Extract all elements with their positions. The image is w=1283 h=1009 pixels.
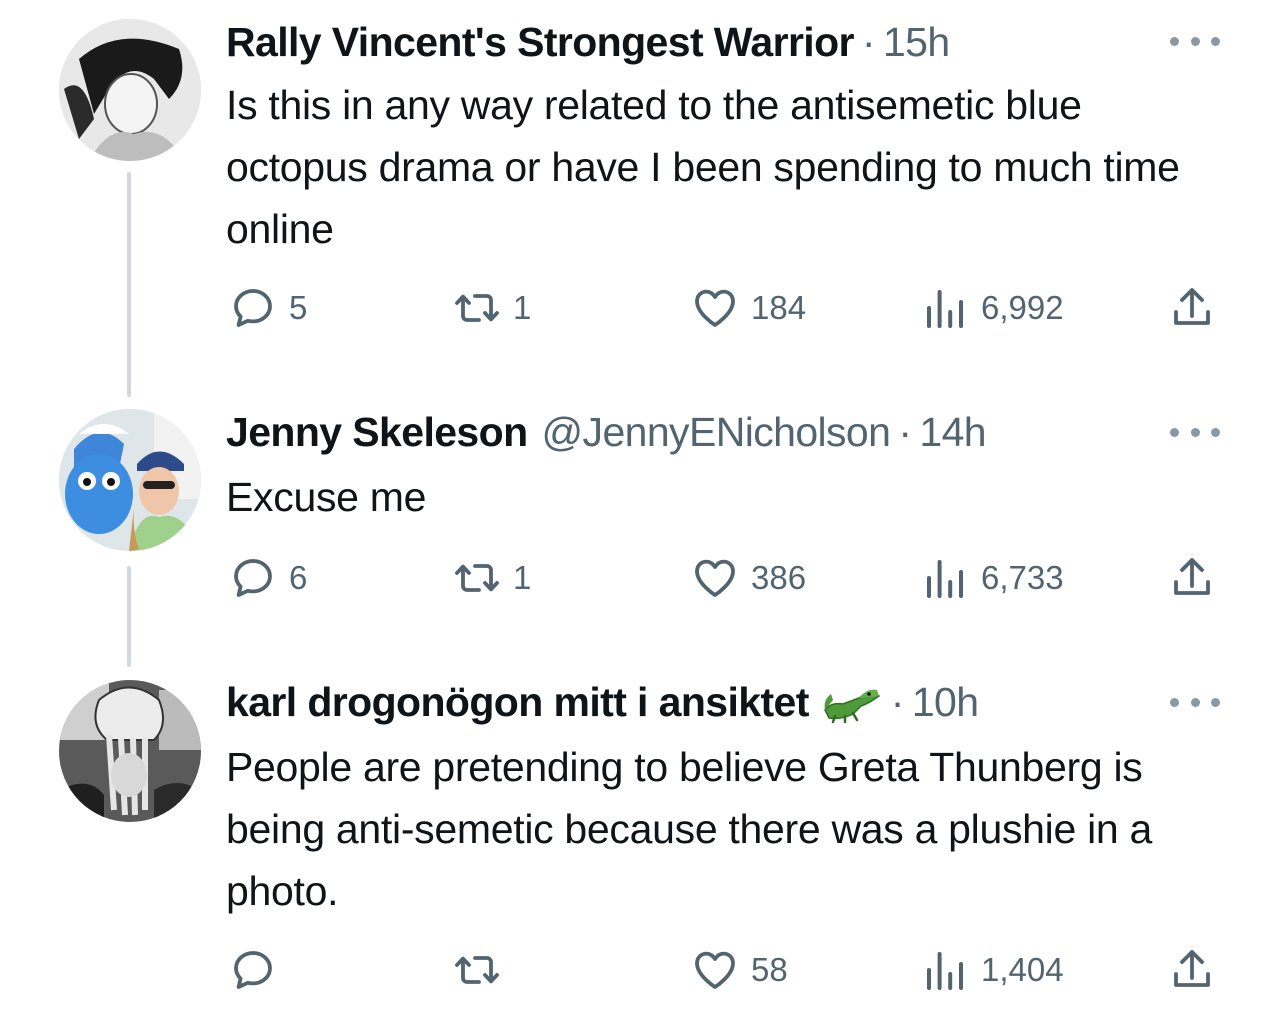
timestamp[interactable]: 10h xyxy=(912,679,979,726)
view-count: 1,404 xyxy=(981,951,1064,988)
heart-icon xyxy=(695,951,735,989)
reply-icon xyxy=(234,951,272,989)
more-icon[interactable] xyxy=(1170,692,1220,712)
tweet-text: People are pretending to believe Greta T… xyxy=(226,744,1152,914)
retweet-button[interactable] xyxy=(453,945,513,995)
action-bar: 58 1,404 xyxy=(0,945,1283,995)
reply-button[interactable] xyxy=(229,945,289,995)
like-button[interactable]: 58 xyxy=(691,945,788,995)
retweet-icon xyxy=(455,956,499,984)
share-icon xyxy=(1174,950,1210,987)
views-button[interactable]: 1,404 xyxy=(921,945,1064,995)
share-button[interactable] xyxy=(1168,945,1216,995)
like-count: 58 xyxy=(751,951,788,988)
tweet-header: karl drogonögon mitt i ansiktet · 10h xyxy=(226,677,979,727)
views-icon xyxy=(927,952,963,990)
avatar[interactable] xyxy=(59,680,201,822)
display-name[interactable]: karl drogonögon mitt i ansiktet xyxy=(226,679,809,726)
tweet-3[interactable]: karl drogonögon mitt i ansiktet · 10h Pe… xyxy=(0,0,1283,1009)
crocodile-emoji xyxy=(823,689,881,724)
separator-dot: · xyxy=(890,678,905,725)
